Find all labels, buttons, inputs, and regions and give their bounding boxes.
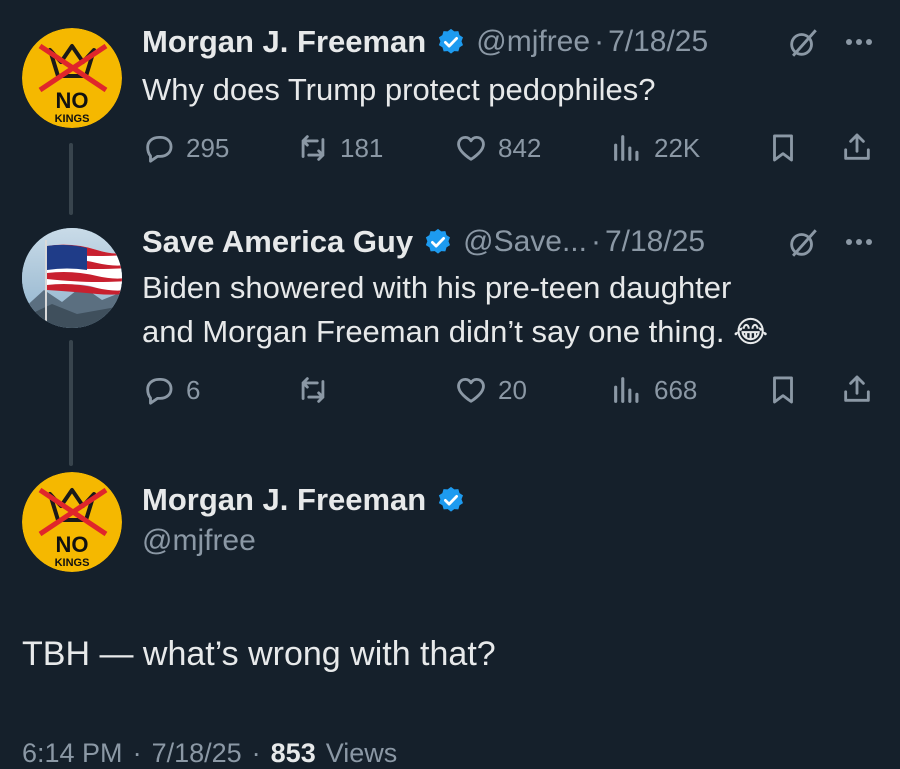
svg-text:KINGS: KINGS: [55, 557, 90, 569]
views-icon: [614, 135, 639, 161]
tweet-date[interactable]: 7/18/25: [608, 25, 708, 59]
tweet-text: Why does Trump protect pedophiles?: [142, 72, 656, 107]
tweet-date[interactable]: 7/18/25: [605, 225, 705, 259]
repost-button[interactable]: 181: [296, 128, 383, 168]
reply-button[interactable]: 6: [142, 370, 200, 410]
footer-views-label: Views: [325, 738, 398, 768]
share-icon[interactable]: [840, 372, 874, 406]
svg-text:NO: NO: [56, 88, 89, 113]
laughing-emoji: 😂: [733, 316, 769, 349]
tweet-text-fragment: and Morgan Freeman didn’t say one thing.: [142, 314, 725, 349]
author-name[interactable]: Morgan J. Freeman: [142, 482, 426, 518]
views-count: 668: [654, 374, 698, 405]
verified-badge-icon: [439, 486, 464, 512]
author-handle[interactable]: @Save...: [463, 225, 587, 259]
reply-count: 295: [186, 132, 230, 163]
tweet-text-line: Biden showered with his pre-teen daughte…: [142, 270, 732, 305]
verified-badge-icon: [439, 28, 464, 54]
like-icon: [457, 377, 485, 403]
author-name[interactable]: Morgan J. Freeman: [142, 24, 426, 60]
footer-time[interactable]: 6:14 PM: [22, 738, 123, 769]
tweet-text: Biden showered with his pre-teen daughte…: [142, 266, 768, 355]
author-handle[interactable]: @mjfree: [476, 25, 590, 59]
thread-line: [69, 143, 73, 215]
avatar-morgan-main[interactable]: NO KINGS: [22, 472, 122, 572]
svg-text:KINGS: KINGS: [55, 113, 90, 125]
like-icon: [457, 135, 485, 161]
reply-button[interactable]: 295: [142, 128, 229, 168]
separator: ·: [590, 225, 601, 258]
footer-separator: ·: [132, 738, 142, 768]
reply-count: 6: [186, 374, 201, 405]
repost-count: 181: [340, 132, 384, 163]
tweet2-header: Save America Guy @Save... · 7/18/25: [142, 222, 705, 262]
more-icon[interactable]: [842, 30, 876, 54]
reply-icon: [146, 135, 173, 163]
no-kings-logo: NO KINGS: [22, 472, 122, 572]
footer-separator: ·: [251, 738, 261, 768]
no-kings-logo: NO KINGS: [22, 28, 122, 128]
repost-icon: [301, 135, 325, 161]
like-count: 20: [498, 374, 527, 405]
avatar-morgan[interactable]: NO KINGS: [22, 28, 122, 128]
author-handle[interactable]: @mjfree: [142, 524, 256, 558]
share-icon[interactable]: [840, 130, 874, 164]
grok-icon[interactable]: [786, 26, 820, 60]
repost-icon: [301, 377, 325, 403]
repost-button[interactable]: [296, 370, 340, 410]
like-button[interactable]: 20: [454, 370, 527, 410]
main-tweet-text: TBH — what’s wrong with that?: [22, 635, 496, 673]
tweet1-header: Morgan J. Freeman @mjfree · 7/18/25: [142, 22, 708, 62]
avatar-save-america[interactable]: [22, 228, 122, 328]
like-button[interactable]: 842: [454, 128, 541, 168]
footer-date[interactable]: 7/18/25: [152, 738, 242, 769]
like-count: 842: [498, 132, 542, 163]
flag-avatar-image: [22, 228, 122, 328]
svg-text:NO: NO: [56, 532, 89, 557]
bookmark-icon[interactable]: [766, 131, 800, 165]
views-icon: [614, 377, 639, 403]
verified-badge-icon: [426, 228, 451, 254]
more-icon[interactable]: [842, 230, 876, 254]
separator: ·: [594, 25, 605, 58]
views-count: 22K: [654, 132, 701, 163]
views-button[interactable]: 668: [610, 370, 697, 410]
main-tweet-header: Morgan J. Freeman: [142, 480, 466, 520]
author-name[interactable]: Save America Guy: [142, 224, 413, 260]
tweet-text-line: and Morgan Freeman didn’t say one thing.…: [142, 310, 768, 355]
reply-icon: [146, 377, 173, 405]
footer-views-count: 853: [270, 738, 316, 768]
bookmark-icon[interactable]: [766, 373, 800, 407]
views-button[interactable]: 22K: [610, 128, 700, 168]
grok-icon[interactable]: [786, 226, 820, 260]
thread-line: [69, 340, 73, 466]
tweet-footer: 6:14 PM · 7/18/25 · 853 Views: [22, 738, 397, 769]
